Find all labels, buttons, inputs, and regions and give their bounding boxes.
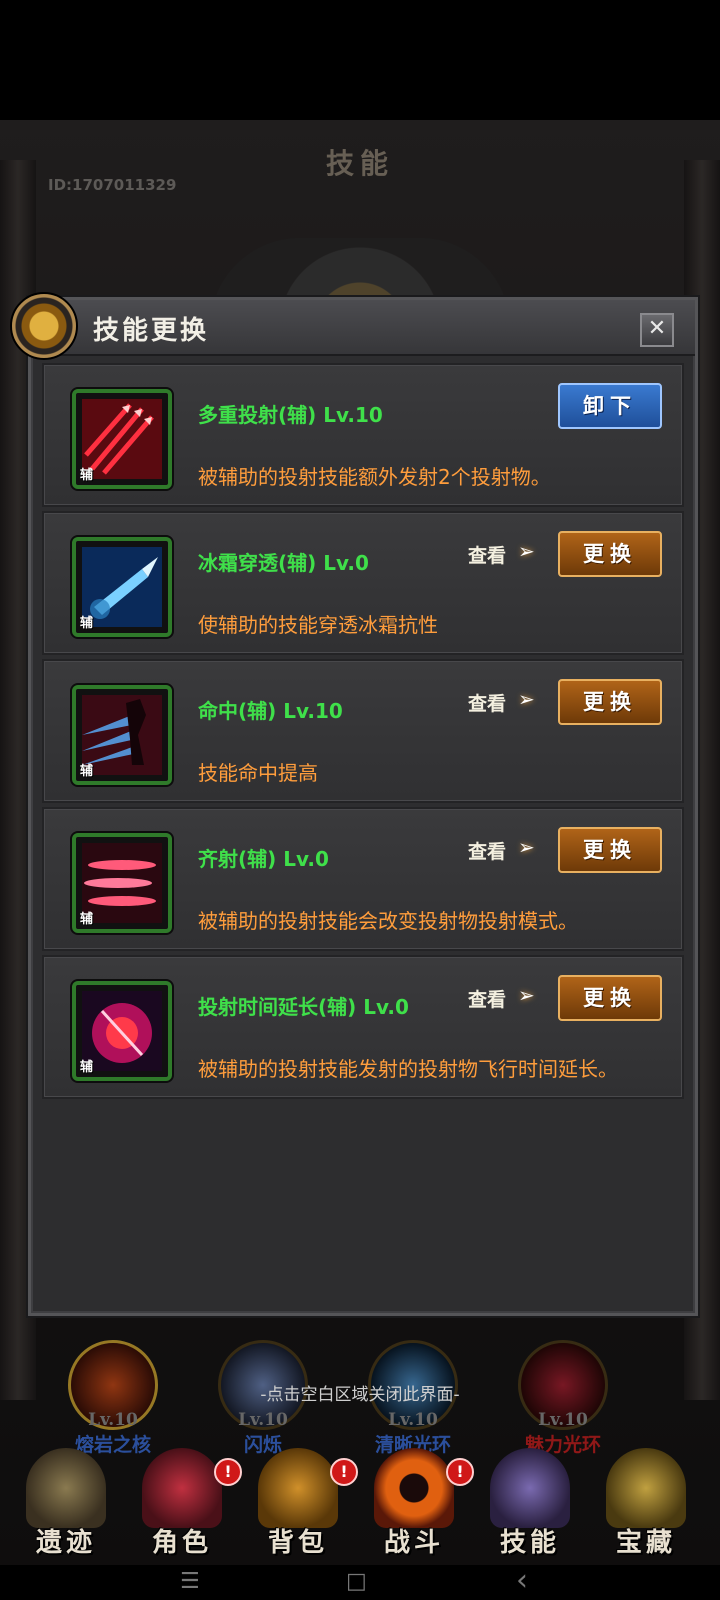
arrow-right-icon: ➢ xyxy=(518,835,535,859)
status-bar xyxy=(0,0,720,120)
dialog-title: 技能更换 xyxy=(93,316,210,346)
backpack-icon xyxy=(258,1448,338,1528)
view-link[interactable]: 查看 xyxy=(468,837,506,864)
frost-penetration-art xyxy=(82,547,162,627)
support-tag: 辅 xyxy=(80,764,94,779)
tab-backpack[interactable]: ! 背包 xyxy=(240,1440,358,1565)
skill-row: 辅 冰霜穿透(辅) Lv.0 使辅助的技能穿透冰霜抗性 查看 ➢ 更换 xyxy=(42,511,684,655)
skill-row: 辅 命中(辅) Lv.10 技能命中提高 查看 ➢ 更换 xyxy=(42,659,684,803)
tab-relics[interactable]: 遗迹 xyxy=(8,1440,124,1565)
tab-skills[interactable]: 技能 xyxy=(472,1440,588,1565)
tab-skills-label: 技能 xyxy=(499,1528,560,1558)
skill-description: 使辅助的技能穿透冰霜抗性 xyxy=(198,613,438,637)
accuracy-art xyxy=(82,695,162,775)
tab-battle[interactable]: ! 战斗 xyxy=(356,1440,474,1565)
multi-projectile-art xyxy=(82,399,162,479)
swap-button[interactable]: 更换 xyxy=(558,975,662,1021)
support-tag: 辅 xyxy=(80,912,94,927)
treasure-chest-icon xyxy=(606,1448,686,1528)
skill-description: 被辅助的投射技能发射的投射物飞行时间延长。 xyxy=(198,1057,618,1081)
menu-icon[interactable]: ☰ xyxy=(180,1569,200,1594)
tab-character-label: 角色 xyxy=(151,1528,212,1558)
multi-projectile-icon[interactable]: 辅 xyxy=(72,389,172,489)
close-hint: -点击空白区域关闭此界面- xyxy=(260,1385,460,1405)
arrow-right-icon: ➢ xyxy=(518,983,535,1007)
volley-icon[interactable]: 辅 xyxy=(72,833,172,933)
frost-penetration-icon[interactable]: 辅 xyxy=(72,537,172,637)
relic-icon xyxy=(26,1448,106,1528)
swap-button[interactable]: 更换 xyxy=(558,531,662,577)
projectile-duration-art xyxy=(82,991,162,1071)
skill-book-icon xyxy=(490,1448,570,1528)
bottom-tab-bar: 遗迹 ! 角色 ! 背包 ! 战斗 技能 宝藏 xyxy=(0,1440,720,1565)
close-button[interactable]: ✕ xyxy=(640,313,674,347)
support-tag: 辅 xyxy=(80,468,94,483)
system-nav-bar: ☰ □ ‹ xyxy=(0,1563,720,1600)
home-icon[interactable]: □ xyxy=(346,1569,367,1594)
alert-badge: ! xyxy=(446,1458,474,1486)
skill-name: 投射时间延长(辅) Lv.0 xyxy=(198,995,409,1019)
view-link[interactable]: 查看 xyxy=(468,985,506,1012)
arrow-right-icon: ➢ xyxy=(518,687,535,711)
skill-name: 命中(辅) Lv.10 xyxy=(198,699,343,723)
battle-portal-icon xyxy=(374,1448,454,1528)
accuracy-icon[interactable]: 辅 xyxy=(72,685,172,785)
alert-badge: ! xyxy=(214,1458,242,1486)
back-icon[interactable]: ‹ xyxy=(516,1563,528,1598)
support-tag: 辅 xyxy=(80,1060,94,1075)
swap-button[interactable]: 更换 xyxy=(558,827,662,873)
support-tag: 辅 xyxy=(80,616,94,631)
tab-treasure[interactable]: 宝藏 xyxy=(588,1440,704,1565)
tab-backpack-label: 背包 xyxy=(267,1528,328,1558)
tab-relics-label: 遗迹 xyxy=(35,1528,96,1558)
skill-row: 辅 多重投射(辅) Lv.10 被辅助的投射技能额外发射2个投射物。 卸下 xyxy=(42,363,684,507)
skill-name: 齐射(辅) Lv.0 xyxy=(198,847,329,871)
tab-character[interactable]: ! 角色 xyxy=(124,1440,242,1565)
arrow-right-icon: ➢ xyxy=(518,539,535,563)
tab-treasure-label: 宝藏 xyxy=(615,1528,676,1558)
skill-name: 冰霜穿透(辅) Lv.0 xyxy=(198,551,369,575)
alert-badge: ! xyxy=(330,1458,358,1486)
view-link[interactable]: 查看 xyxy=(468,689,506,716)
volley-art xyxy=(82,843,162,923)
tab-battle-label: 战斗 xyxy=(383,1528,444,1558)
projectile-duration-icon[interactable]: 辅 xyxy=(72,981,172,1081)
skill-description: 被辅助的投射技能会改变投射物投射模式。 xyxy=(198,909,578,933)
skill-name: 多重投射(辅) Lv.10 xyxy=(198,403,383,427)
swap-button[interactable]: 更换 xyxy=(558,679,662,725)
skill-row: 辅 投射时间延长(辅) Lv.0 被辅助的投射技能发射的投射物飞行时间延长。 查… xyxy=(42,955,684,1099)
unequip-button[interactable]: 卸下 xyxy=(558,383,662,429)
skill-description: 技能命中提高 xyxy=(198,761,318,785)
character-icon xyxy=(142,1448,222,1528)
skill-book-icon xyxy=(10,292,78,360)
skill-row: 辅 齐射(辅) Lv.0 被辅助的投射技能会改变投射物投射模式。 查看 ➢ 更换 xyxy=(42,807,684,951)
view-link[interactable]: 查看 xyxy=(468,541,506,568)
dialog-header: 技能更换 xyxy=(31,300,695,356)
skill-description: 被辅助的投射技能额外发射2个投射物。 xyxy=(198,465,551,489)
